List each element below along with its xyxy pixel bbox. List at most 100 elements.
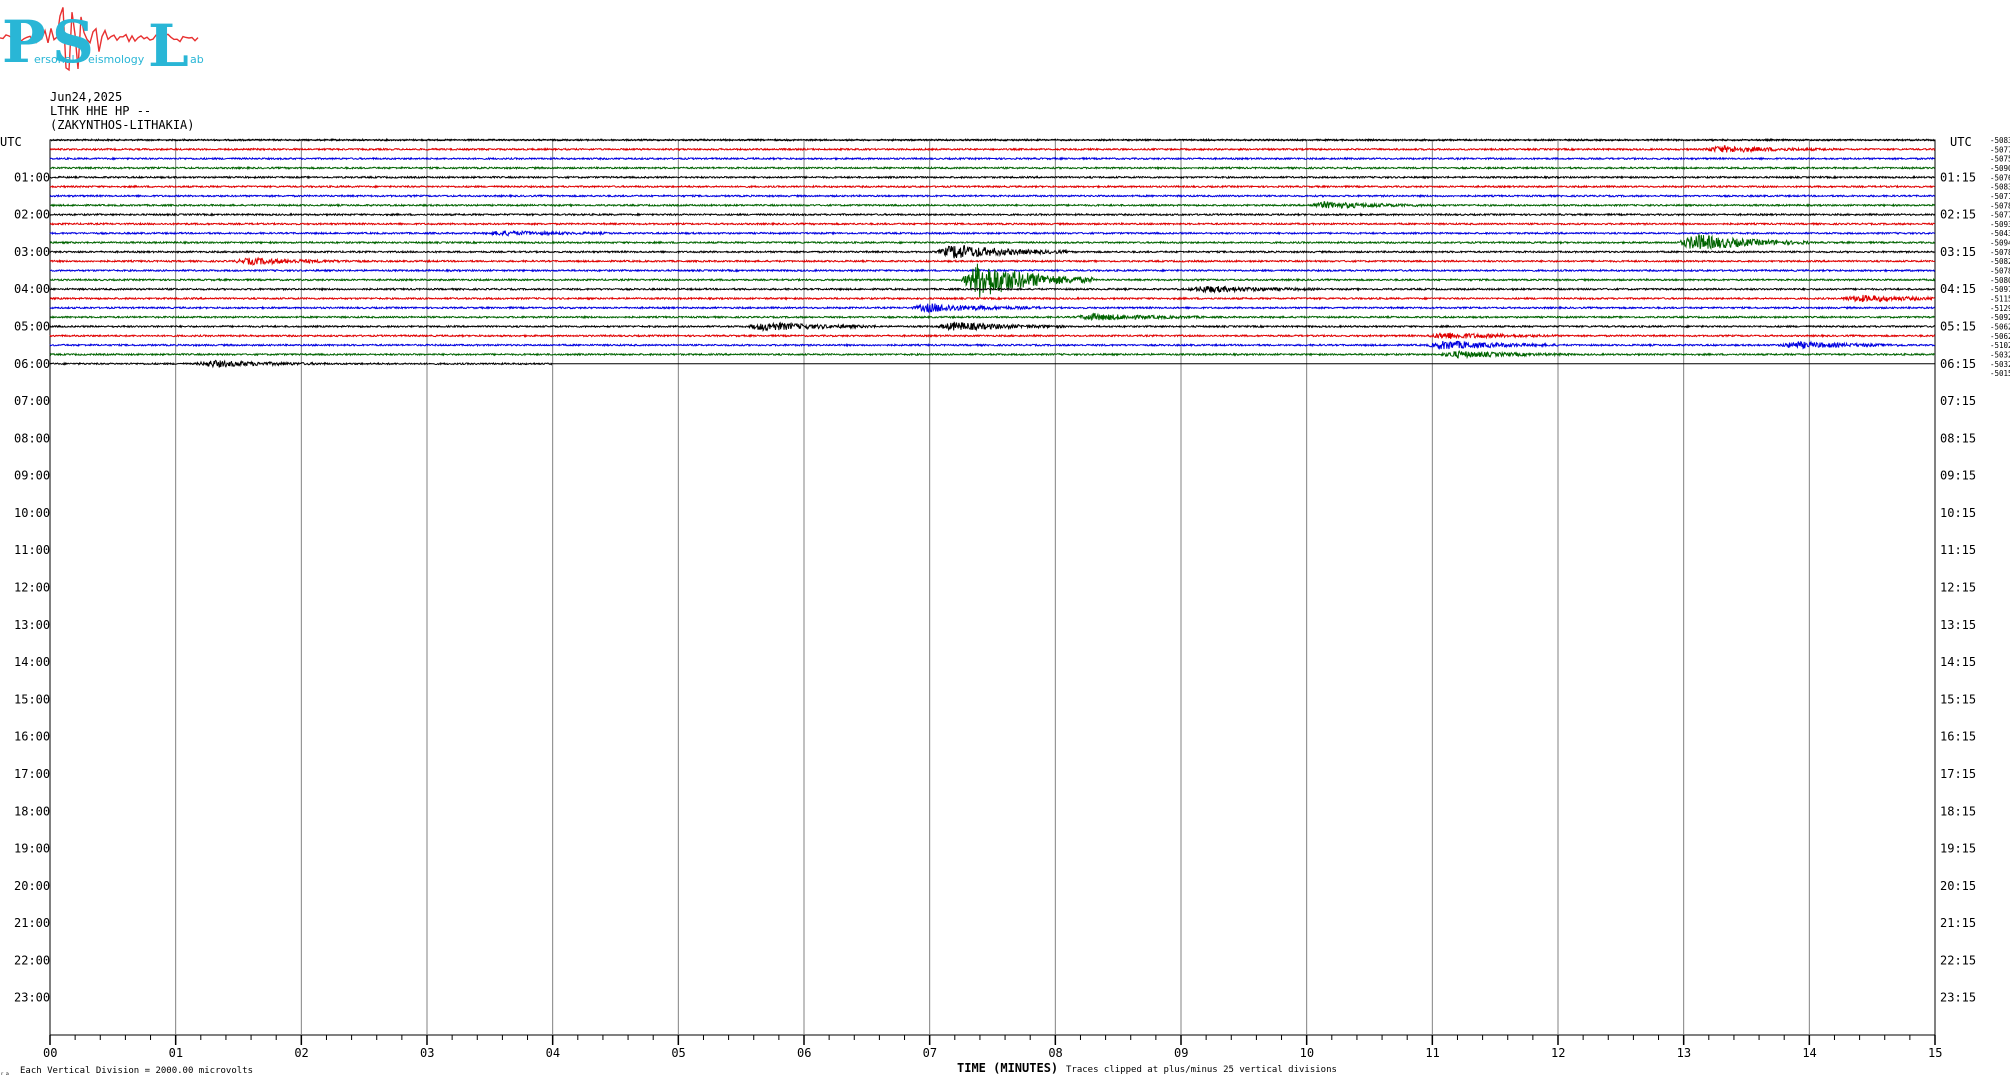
psl-logo: P S L ersonal eismology ab	[0, 7, 204, 80]
trace-offset-label: -5015	[1990, 369, 2010, 378]
right-hour-label: 22:15	[1940, 953, 1976, 967]
seismic-trace	[49, 212, 1936, 217]
left-hour-label: 12:00	[14, 581, 50, 595]
seismic-trace	[49, 285, 1936, 294]
trace-offset-label: -5093	[1990, 220, 2010, 229]
trace-offset-label: -5071	[1990, 192, 2010, 201]
seismic-trace	[49, 193, 1936, 199]
seismic-trace	[49, 221, 1935, 227]
trace-offset-label: -5129	[1990, 304, 2010, 313]
plot-area: 00 01 02 03 04 05 06 07 08 09 10 11 12 13 14 15 01:00 02:…	[14, 136, 2010, 1060]
x-tick-label: 08	[1048, 1046, 1062, 1060]
left-hour-label: 21:00	[14, 916, 50, 930]
logo-letter-l: L	[148, 12, 189, 80]
trace-offset-label: -5032	[1990, 360, 2010, 369]
right-hour-label: 16:15	[1940, 730, 1976, 744]
left-hour-label: 20:00	[14, 879, 50, 893]
trace-offset-label: -5078	[1990, 201, 2010, 210]
trace-offset-label: -5062	[1990, 332, 2010, 341]
seismic-trace	[49, 201, 1936, 210]
right-hour-label: 23:15	[1940, 991, 1976, 1005]
left-hour-label: 01:00	[14, 170, 50, 184]
left-hour-label: 22:00	[14, 953, 50, 967]
x-tick-label: 14	[1802, 1046, 1816, 1060]
left-hour-label: 07:00	[14, 394, 50, 408]
right-hour-label: 07:15	[1940, 394, 1976, 408]
x-axis-title: TIME (MINUTES)	[957, 1061, 1058, 1075]
left-hour-label: 11:00	[14, 543, 50, 557]
left-hour-label: 05:00	[14, 319, 50, 333]
trace-offset-label: -5043	[1990, 229, 2010, 238]
scale-note: Each Vertical Division = 2000.00 microvo…	[20, 1066, 253, 1076]
seismic-trace	[49, 263, 1936, 298]
x-tick-label: 09	[1174, 1046, 1188, 1060]
corner-mark: ᵣₐ	[0, 1068, 10, 1077]
trace-offset-label: -5094	[1990, 239, 2010, 248]
seismic-trace	[49, 332, 1936, 340]
right-hour-label: 10:15	[1940, 506, 1976, 520]
right-hour-label: 01:15	[1940, 170, 1976, 184]
seismogram-helicorder: P S L ersonal eismology ab Jun24,2025 LT…	[0, 7, 2010, 1077]
trace-offset-label: -5062	[1990, 322, 2010, 331]
left-hour-label: 09:00	[14, 469, 50, 483]
x-tick-label: 07	[923, 1046, 937, 1060]
seismic-trace	[49, 350, 1935, 360]
seismic-trace	[49, 303, 1935, 314]
seismic-trace	[50, 233, 1936, 251]
trace-offset-label: -5080	[1990, 276, 2010, 285]
record-date: Jun24,2025	[50, 90, 122, 104]
trace-offset-label: -5078	[1990, 267, 2010, 276]
left-hour-label: 23:00	[14, 991, 50, 1005]
trace-offset-label: -5082	[1990, 257, 2010, 266]
right-hour-label: 17:15	[1940, 767, 1976, 781]
left-utc-header: UTC	[0, 135, 22, 149]
left-hour-label: 19:00	[14, 842, 50, 856]
left-hour-label: 15:00	[14, 692, 50, 706]
x-tick-label: 01	[169, 1046, 183, 1060]
right-hour-label: 04:15	[1940, 282, 1976, 296]
right-hour-label: 15:15	[1940, 692, 1976, 706]
left-hour-label: 06:00	[14, 357, 50, 371]
station-location: (ZAKYNTHOS-LITHAKIA)	[50, 118, 195, 132]
x-tick-label: 03	[420, 1046, 434, 1060]
seismic-trace	[49, 321, 1936, 332]
right-hour-label: 13:15	[1940, 618, 1976, 632]
left-hour-label: 13:00	[14, 618, 50, 632]
trace-offset-label: -5078	[1990, 248, 2010, 257]
x-tick-label: 13	[1677, 1046, 1691, 1060]
x-tick-label: 00	[43, 1046, 57, 1060]
right-hour-label: 20:15	[1940, 879, 1976, 893]
seismic-trace	[49, 245, 1935, 259]
right-utc-header: UTC	[1950, 135, 1972, 149]
right-hour-label: 09:15	[1940, 469, 1976, 483]
left-hour-label: 16:00	[14, 730, 50, 744]
trace-offset-label: -5077	[1990, 211, 2010, 220]
left-hour-label: 18:00	[14, 804, 50, 818]
right-hour-label: 21:15	[1940, 916, 1976, 930]
trace-offset-label: -5092	[1990, 313, 2010, 322]
left-hour-label: 08:00	[14, 431, 50, 445]
x-tick-label: 05	[671, 1046, 685, 1060]
seismic-trace	[49, 312, 1935, 321]
trace-offset-label: -5032	[1990, 350, 2010, 359]
x-tick-label: 12	[1551, 1046, 1565, 1060]
seismic-trace	[49, 340, 1935, 351]
right-hour-label: 14:15	[1940, 655, 1976, 669]
right-hour-label: 02:15	[1940, 208, 1976, 222]
seismic-trace	[49, 156, 1935, 161]
seismic-trace	[49, 256, 1936, 266]
plot-frame	[49, 139, 1936, 1036]
right-hour-label: 19:15	[1940, 842, 1976, 856]
trace-offset-label: -5083	[1990, 183, 2010, 192]
x-tick-label: 10	[1300, 1046, 1314, 1060]
right-hour-label: 06:15	[1940, 357, 1976, 371]
left-hour-label: 02:00	[14, 208, 50, 222]
x-tick-label: 02	[294, 1046, 308, 1060]
left-hour-label: 04:00	[14, 282, 50, 296]
x-tick-label: 06	[797, 1046, 811, 1060]
right-hour-label: 11:15	[1940, 543, 1976, 557]
station-code: LTHK HHE HP --	[50, 104, 151, 118]
trace-offset-label: -5075	[1990, 155, 2010, 164]
right-hour-label: 12:15	[1940, 581, 1976, 595]
x-tick-label: 11	[1425, 1046, 1439, 1060]
